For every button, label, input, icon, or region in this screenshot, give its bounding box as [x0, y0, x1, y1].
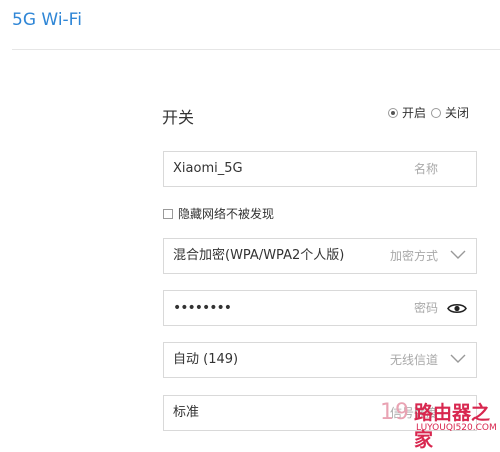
hide-network-checkbox[interactable]: [163, 208, 173, 219]
encryption-hint: 加密方式: [389, 249, 438, 263]
switch-radio-group: 开启 关闭: [388, 104, 469, 121]
section-title: 5G Wi-Fi: [12, 10, 82, 30]
channel-value[interactable]: 自动 (149): [173, 343, 238, 377]
ssid-field[interactable]: Xiaomi_5G 名称: [163, 151, 477, 187]
channel-select[interactable]: 自动 (149) 无线信道: [163, 342, 477, 378]
eye-icon[interactable]: [447, 302, 467, 315]
radio-off[interactable]: [431, 107, 442, 118]
hide-network-option[interactable]: 隐藏网络不被发现: [163, 205, 274, 222]
watermark-logo: 19 路由器之家 LUYOUQI520.COM: [380, 398, 500, 451]
radio-on-label[interactable]: 开启: [402, 104, 426, 121]
hide-network-label[interactable]: 隐藏网络不被发现: [178, 205, 274, 222]
signal-value[interactable]: 标准: [173, 396, 199, 430]
watermark-url: LUYOUQI520.COM: [416, 423, 497, 433]
radio-on[interactable]: [388, 107, 398, 118]
password-value[interactable]: ••••••••: [173, 291, 232, 325]
channel-hint: 无线信道: [389, 353, 438, 367]
radio-off-label[interactable]: 关闭: [445, 104, 469, 121]
password-hint: 密码: [413, 301, 438, 315]
switch-label: 开关: [162, 108, 195, 127]
encryption-value[interactable]: 混合加密(WPA/WPA2个人版): [173, 239, 344, 273]
divider: [12, 49, 500, 50]
watermark-number: 19: [380, 400, 410, 425]
chevron-down-icon[interactable]: [450, 354, 466, 364]
ssid-hint: 名称: [413, 162, 438, 176]
password-field[interactable]: •••••••• 密码: [163, 290, 477, 326]
ssid-value[interactable]: Xiaomi_5G: [173, 152, 243, 186]
encryption-select[interactable]: 混合加密(WPA/WPA2个人版) 加密方式: [163, 238, 477, 274]
chevron-down-icon[interactable]: [450, 250, 466, 260]
